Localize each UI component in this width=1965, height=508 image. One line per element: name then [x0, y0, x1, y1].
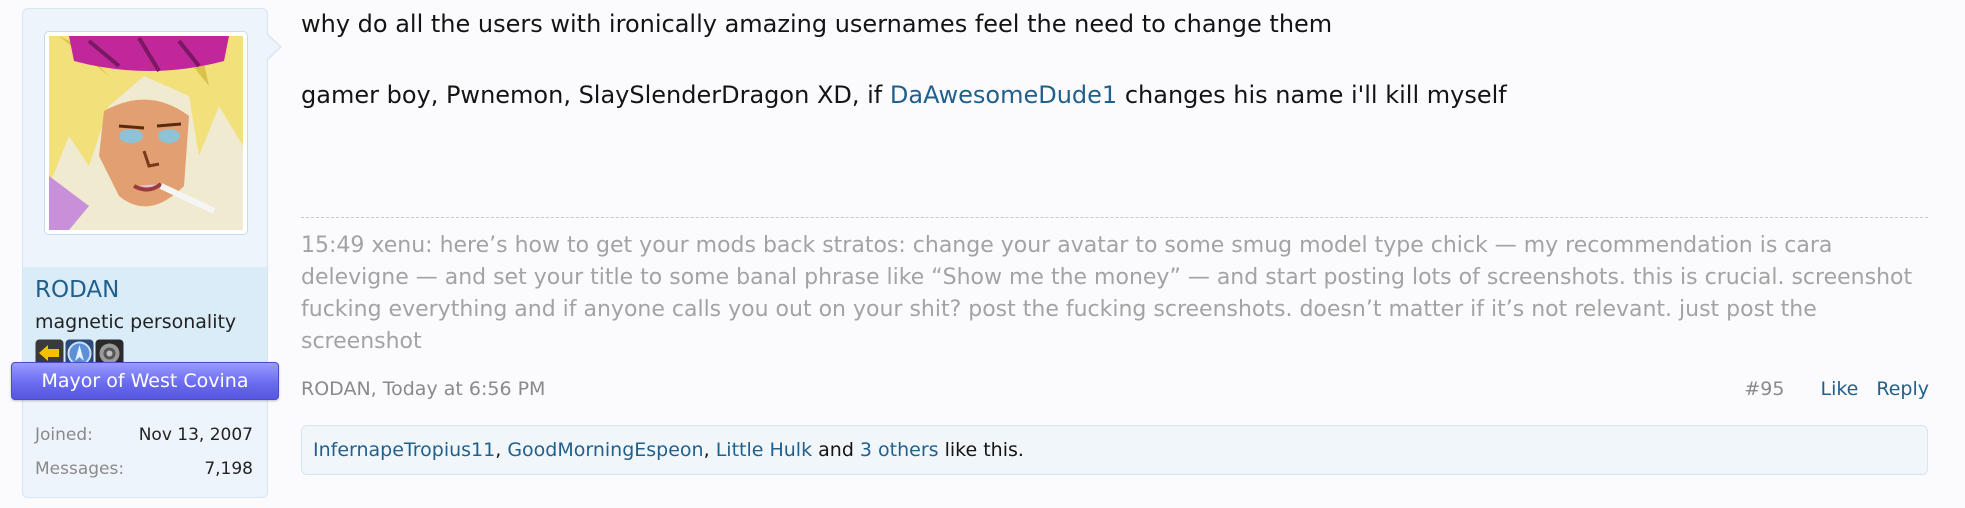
messages-label: Messages: — [35, 459, 125, 479]
likes-summary: InfernapeTropius11, GoodMorningEspeon, L… — [301, 425, 1928, 475]
user-info: RODAN magnetic personality — [23, 267, 267, 377]
joined-value: Nov 13, 2007 — [138, 425, 253, 445]
user-banner: Mayor of West Covina — [11, 362, 279, 400]
signature: 15:49 xenu: here’s how to get your mods … — [301, 233, 1913, 354]
joined-row: Joined: Nov 13, 2007 — [23, 425, 267, 459]
liker-link[interactable]: InfernapeTropius11 — [313, 439, 495, 461]
message-text: changes his name i'll kill myself — [1117, 81, 1507, 109]
messages-value[interactable]: 7,198 — [204, 459, 253, 479]
likes-suffix: like this. — [938, 439, 1024, 461]
user-title: magnetic personality — [35, 311, 237, 333]
avatar-image — [49, 36, 243, 230]
message-line-2: gamer boy, Pwnemon, SlaySlenderDragon XD… — [301, 81, 1507, 109]
post-author-time[interactable]: RODAN, Today at 6:56 PM — [301, 378, 545, 400]
username[interactable]: RODAN — [35, 277, 119, 303]
joined-label: Joined: — [35, 425, 93, 445]
like-button[interactable]: Like — [1820, 378, 1858, 400]
post-controls: #95 Like Reply — [1744, 378, 1929, 400]
user-extra-info: Joined: Nov 13, 2007 Messages: 7,198 — [23, 425, 267, 493]
message-line-1: why do all the users with ironically ama… — [301, 10, 1333, 38]
avatar[interactable] — [44, 31, 248, 235]
post-number-link[interactable]: #95 — [1744, 378, 1784, 400]
separator: , — [703, 439, 716, 461]
user-sidebar: RODAN magnetic personality Joined: Nov 1… — [22, 8, 268, 498]
signature-divider — [301, 217, 1928, 218]
liker-link[interactable]: GoodMorningEspeon — [507, 439, 703, 461]
messages-row: Messages: 7,198 — [23, 459, 267, 493]
separator: , — [495, 439, 508, 461]
reply-button[interactable]: Reply — [1876, 378, 1929, 400]
others-link[interactable]: 3 others — [860, 439, 939, 461]
and-text: and — [812, 439, 860, 461]
user-mention-link[interactable]: DaAwesomeDude1 — [890, 81, 1117, 109]
sidebar-arrow-inner — [267, 35, 280, 59]
liker-link[interactable]: Little Hulk — [716, 439, 812, 461]
message-text: gamer boy, Pwnemon, SlaySlenderDragon XD… — [301, 81, 890, 109]
